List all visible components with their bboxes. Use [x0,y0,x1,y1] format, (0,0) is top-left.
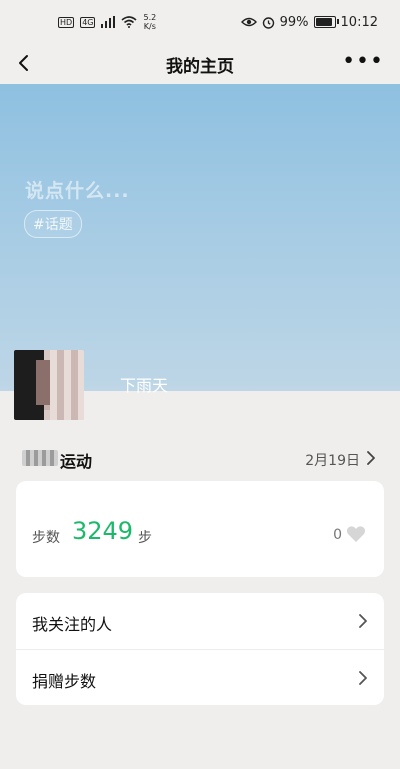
heart-icon[interactable] [346,525,366,543]
nav-bar: 我的主页 ••• [0,44,400,84]
motion-header[interactable]: 运动 2月19日 [0,440,400,476]
profile-cover[interactable]: 说点什么... #话题 [0,84,400,391]
blurred-text [22,450,58,466]
steps-unit: 步 [138,530,152,546]
chevron-right-icon [367,451,375,465]
back-arrow-icon[interactable] [12,50,38,76]
likes-count: 0 [333,527,342,543]
more-options-icon[interactable]: ••• [342,51,384,73]
status-left: HD 4G 5.2 K/s [58,13,156,31]
avatar[interactable] [14,350,84,420]
steps-card[interactable]: 步数 3249 步 0 [16,481,384,577]
menu-item-donate-steps[interactable]: 捐赠步数 [16,649,384,705]
avatar-blur [50,350,84,420]
topic-tag-button[interactable]: #话题 [24,210,82,238]
chevron-right-icon [359,671,367,685]
battery-icon [313,16,339,28]
status-placeholder[interactable]: 说点什么... [25,176,130,203]
status-right: 99% 10:12 [240,14,378,30]
menu-item-label: 我关注的人 [32,615,113,634]
motion-label: 运动 [60,452,93,471]
signal-icon [101,16,116,28]
chevron-right-icon [359,614,367,628]
menu-card: 我关注的人 捐赠步数 [16,593,384,705]
speed-value: 5.2 [143,13,157,22]
steps-value: 3249 [72,517,134,545]
date-label: 2月19日 [305,453,360,469]
clock: 10:12 [340,14,378,30]
user-nickname: 下雨天 [120,376,169,395]
wifi-icon [121,16,138,28]
battery-fill [315,18,332,26]
steps-label: 步数 [32,530,60,546]
status-bar: HD 4G 5.2 K/s 99% 10:12 [0,0,400,44]
battery-percent: 99% [279,14,309,30]
eye-icon [240,17,257,27]
speed-unit: K/s [143,22,156,31]
network-type-badge: 4G [80,16,96,28]
menu-item-label: 捐赠步数 [32,672,97,691]
hd-badge: HD [58,16,75,28]
network-speed: 5.2 K/s [143,13,156,31]
menu-item-following[interactable]: 我关注的人 [16,593,384,649]
alarm-icon [262,16,274,29]
page-title: 我的主页 [166,56,234,77]
